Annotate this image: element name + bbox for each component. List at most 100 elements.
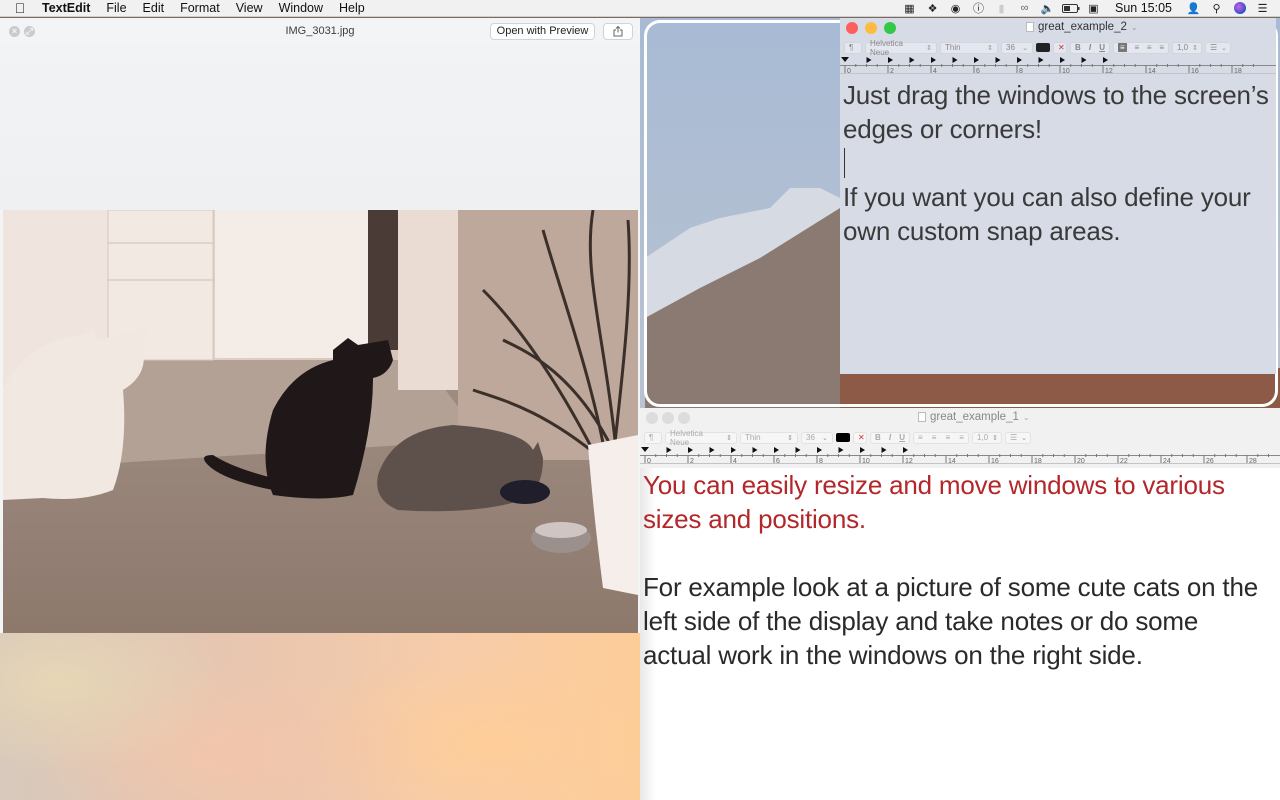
share-button[interactable]: [603, 23, 633, 40]
menu-edit[interactable]: Edit: [135, 0, 173, 17]
close-button[interactable]: [846, 22, 858, 34]
ruler[interactable]: 0 2 4 6 8 10 12 14 16 18 20 22 24 26 28: [640, 446, 1280, 464]
tab-stop[interactable]: [774, 447, 779, 453]
menu-help[interactable]: Help: [331, 0, 373, 17]
battery-meter-icon[interactable]: ▮: [992, 0, 1012, 17]
tab-stop[interactable]: [666, 447, 672, 453]
ruler-scale[interactable]: 0 2 4 6 8 10 12 14 16 18 20 22 24 26 28: [640, 446, 1280, 464]
line-spacing-select[interactable]: 1,0 ⇕: [1172, 41, 1202, 54]
text-color-well[interactable]: [836, 433, 850, 442]
tab-stop[interactable]: [838, 447, 844, 453]
tab-stop[interactable]: [952, 57, 958, 63]
align-left-icon[interactable]: ≡: [918, 433, 923, 442]
tab-stop[interactable]: [688, 447, 693, 453]
zoom-button[interactable]: [884, 22, 896, 34]
minimize-button[interactable]: [662, 412, 674, 424]
paragraph-styles-dropdown[interactable]: ¶: [844, 41, 862, 54]
tab-stop[interactable]: [860, 447, 865, 453]
tab-stop[interactable]: [731, 447, 736, 453]
tab-stop[interactable]: [931, 57, 936, 63]
bold-button[interactable]: B: [1075, 43, 1081, 52]
minimize-button[interactable]: [865, 22, 877, 34]
font-style-select[interactable]: Thin ⇕: [740, 431, 798, 444]
bold-italic-underline-group[interactable]: BIU: [870, 431, 910, 444]
spotlight-search-icon[interactable]: ⚲: [1207, 0, 1227, 17]
align-right-icon[interactable]: ≡: [1147, 43, 1152, 52]
user-icon[interactable]: 👤: [1184, 0, 1204, 17]
tab-stop[interactable]: [752, 447, 758, 453]
line-spacing-select[interactable]: 1,0 ⇕: [972, 431, 1002, 444]
clock[interactable]: Sun 15:05: [1105, 1, 1182, 15]
align-left-icon[interactable]: ≡: [1118, 43, 1127, 52]
underline-button[interactable]: U: [1099, 43, 1105, 52]
bold-button[interactable]: B: [875, 433, 881, 442]
bold-italic-underline-group[interactable]: BIU: [1070, 41, 1110, 54]
menu-file[interactable]: File: [98, 0, 134, 17]
tab-stop[interactable]: [888, 57, 893, 63]
font-style-select[interactable]: Thin ⇕: [940, 41, 998, 54]
tab-stop[interactable]: [881, 447, 887, 453]
tab-stop[interactable]: [1017, 57, 1022, 63]
paragraph-2[interactable]: If you want you can also define your own…: [843, 180, 1276, 248]
quicklook-titlebar[interactable]: × ⤢ IMG_3031.jpg Open with Preview: [0, 18, 640, 44]
alignment-group[interactable]: ≡ ≡ ≡ ≡: [913, 431, 969, 444]
justify-icon[interactable]: ≡: [959, 433, 964, 442]
italic-button[interactable]: I: [889, 433, 891, 442]
paragraph-1[interactable]: Just drag the windows to the screen’s ed…: [843, 78, 1276, 146]
tab-stop[interactable]: [1081, 57, 1087, 63]
open-with-preview-button[interactable]: Open with Preview: [490, 23, 595, 40]
battery-icon[interactable]: [1061, 0, 1081, 17]
tab-stop[interactable]: [866, 57, 872, 63]
paragraph-1[interactable]: You can easily resize and move windows t…: [643, 468, 1273, 536]
window-title[interactable]: great_example_1 ⌄: [918, 411, 1030, 423]
tab-stop[interactable]: [995, 57, 1001, 63]
tab-stop[interactable]: [1103, 57, 1108, 63]
tab-stop[interactable]: [903, 447, 908, 453]
list-bullets-dropdown[interactable]: ☰ ⌄: [1005, 431, 1031, 444]
font-size-combo[interactable]: 36 ⌄: [801, 431, 833, 444]
notification-center-icon[interactable]: ☰: [1253, 0, 1273, 17]
align-right-icon[interactable]: ≡: [946, 433, 951, 442]
1password-icon[interactable]: ⓘ: [969, 0, 989, 17]
paragraph-2[interactable]: For example look at a picture of some cu…: [643, 570, 1273, 672]
indent-marker[interactable]: [841, 57, 849, 62]
alignment-group[interactable]: ≡ ≡ ≡ ≡: [1113, 41, 1169, 54]
font-family-select[interactable]: Helvetica Neue ⇕: [665, 429, 737, 447]
document-text[interactable]: Just drag the windows to the screen’s ed…: [843, 78, 1276, 248]
text-color-well[interactable]: [1036, 43, 1050, 52]
align-center-icon[interactable]: ≡: [932, 433, 937, 442]
tab-stop[interactable]: [974, 57, 979, 63]
font-size-combo[interactable]: 36 ⌄: [1001, 41, 1033, 54]
menu-format[interactable]: Format: [172, 0, 228, 17]
titlebar[interactable]: great_example_2 ⌄: [840, 18, 1276, 40]
tab-stop[interactable]: [795, 447, 801, 453]
tab-stop[interactable]: [709, 447, 715, 453]
paragraph-styles-dropdown[interactable]: ¶: [644, 431, 662, 444]
tab-stop[interactable]: [909, 57, 915, 63]
siri-icon[interactable]: [1230, 0, 1250, 17]
tab-stop[interactable]: [1060, 57, 1065, 63]
list-bullets-dropdown[interactable]: ☰ ⌄: [1205, 41, 1231, 54]
tab-stop[interactable]: [817, 447, 822, 453]
creative-cloud-icon[interactable]: ◉: [946, 0, 966, 17]
close-button[interactable]: [646, 412, 658, 424]
window-title[interactable]: great_example_2 ⌄: [1026, 21, 1138, 33]
indent-marker[interactable]: [641, 447, 649, 452]
dropbox-icon[interactable]: ❖: [923, 0, 943, 17]
document-text[interactable]: You can easily resize and move windows t…: [643, 468, 1273, 672]
menu-view[interactable]: View: [228, 0, 271, 17]
tab-stop[interactable]: [1038, 57, 1044, 63]
highlight-color-button[interactable]: ✕: [1053, 41, 1067, 54]
align-center-icon[interactable]: ≡: [1134, 43, 1139, 52]
display-icon[interactable]: ▣: [1084, 0, 1104, 17]
zoom-button[interactable]: [678, 412, 690, 424]
titlebar[interactable]: great_example_1 ⌄: [640, 408, 1280, 430]
ruler-scale[interactable]: 0 2 4 6 8 10 12 14 16 18: [840, 56, 1276, 74]
justify-icon[interactable]: ≡: [1159, 43, 1164, 52]
window-manager-icon[interactable]: ▦: [900, 0, 920, 17]
volume-icon[interactable]: 🔈: [1038, 0, 1058, 17]
menu-window[interactable]: Window: [271, 0, 331, 17]
italic-button[interactable]: I: [1089, 43, 1091, 52]
apple-menu-icon[interactable]: : [0, 0, 40, 16]
wifi-icon[interactable]: ∞: [1015, 0, 1035, 17]
